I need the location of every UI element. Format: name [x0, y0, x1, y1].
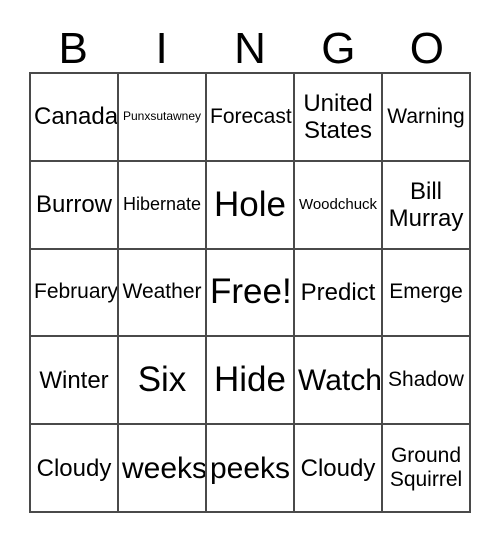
bingo-cell[interactable]: Weather	[119, 249, 207, 338]
bingo-cell-label: United States	[303, 89, 373, 144]
bingo-cell-label: Ground Squirrel	[389, 444, 463, 492]
bingo-cell-label: Cloudy	[36, 454, 112, 482]
bingo-cell[interactable]: Predict	[295, 249, 383, 338]
bingo-cell-label: Shadow	[388, 368, 464, 392]
bingo-cell-label: Emerge	[389, 280, 463, 304]
bingo-header-letter-g: G	[321, 24, 356, 73]
bingo-cell-label: Hide	[214, 360, 286, 400]
bingo-cell-label: Six	[137, 360, 187, 400]
bingo-cell-label: Hole	[214, 184, 286, 224]
bingo-cell[interactable]: Bill Murray	[383, 161, 471, 250]
bingo-cell[interactable]: Warning	[383, 74, 471, 162]
bingo-cell[interactable]: Winter	[31, 337, 119, 426]
bingo-cell[interactable]: Hide	[207, 337, 295, 426]
bingo-header-letter-i: I	[155, 24, 168, 73]
bingo-cell-label: Forecast	[210, 104, 292, 128]
bingo-grid: Canada Punxsutawney Forecast United States W…	[29, 72, 471, 513]
bingo-header-row: B I N G O	[29, 14, 471, 72]
bingo-header-letter-o: O	[409, 24, 444, 73]
bingo-cell-label: weeks	[122, 451, 207, 485]
bingo-cell-label: peeks	[210, 451, 291, 485]
bingo-card: B I N G O Canada Punxsutawney Forecast Unit…	[0, 0, 500, 544]
bingo-cell[interactable]: Emerge	[383, 249, 471, 338]
bingo-cell-label: Cloudy	[300, 454, 376, 482]
bingo-cell[interactable]: Cloudy	[295, 425, 383, 513]
bingo-cell[interactable]: Shadow	[383, 337, 471, 426]
bingo-cell-label: Hibernate	[122, 194, 202, 215]
bingo-cell[interactable]: weeks	[119, 425, 207, 513]
bingo-cell[interactable]: Hibernate	[119, 161, 207, 250]
bingo-cell[interactable]: Punxsutawney	[119, 74, 207, 162]
bingo-header-letter-n: N	[234, 24, 266, 73]
bingo-cell-label: Watch	[298, 363, 382, 397]
bingo-cell[interactable]: Hole	[207, 161, 295, 250]
bingo-cell[interactable]: Free!	[207, 249, 295, 338]
bingo-cell-label: Punxsutawney	[122, 109, 202, 124]
bingo-header-letter-b: B	[58, 24, 88, 73]
bingo-cell-label: Bill Murray	[388, 177, 464, 232]
bingo-cell[interactable]: Watch	[295, 337, 383, 426]
bingo-cell-label: Burrow	[35, 191, 113, 219]
bingo-cell[interactable]: Six	[119, 337, 207, 426]
bingo-cell[interactable]: Woodchuck	[295, 161, 383, 250]
bingo-cell[interactable]: Cloudy	[31, 425, 119, 513]
bingo-cell[interactable]: February	[31, 249, 119, 338]
bingo-cell[interactable]: Ground Squirrel	[383, 425, 471, 513]
bingo-cell-label: Woodchuck	[298, 195, 378, 213]
bingo-cell-label: Canada	[34, 103, 119, 131]
bingo-cell-label: Warning	[387, 104, 465, 128]
bingo-cell[interactable]: Burrow	[31, 161, 119, 250]
bingo-cell-label: Predict	[300, 278, 376, 306]
bingo-cell-label: February	[34, 280, 119, 304]
bingo-cell-label: Winter	[39, 366, 109, 394]
bingo-cell[interactable]: peeks	[207, 425, 295, 513]
bingo-cell[interactable]: Forecast	[207, 74, 295, 162]
bingo-cell-label: Weather	[122, 280, 202, 304]
bingo-cell[interactable]: United States	[295, 74, 383, 162]
bingo-cell[interactable]: Canada	[31, 74, 119, 162]
bingo-cell-label: Free!	[210, 272, 292, 312]
